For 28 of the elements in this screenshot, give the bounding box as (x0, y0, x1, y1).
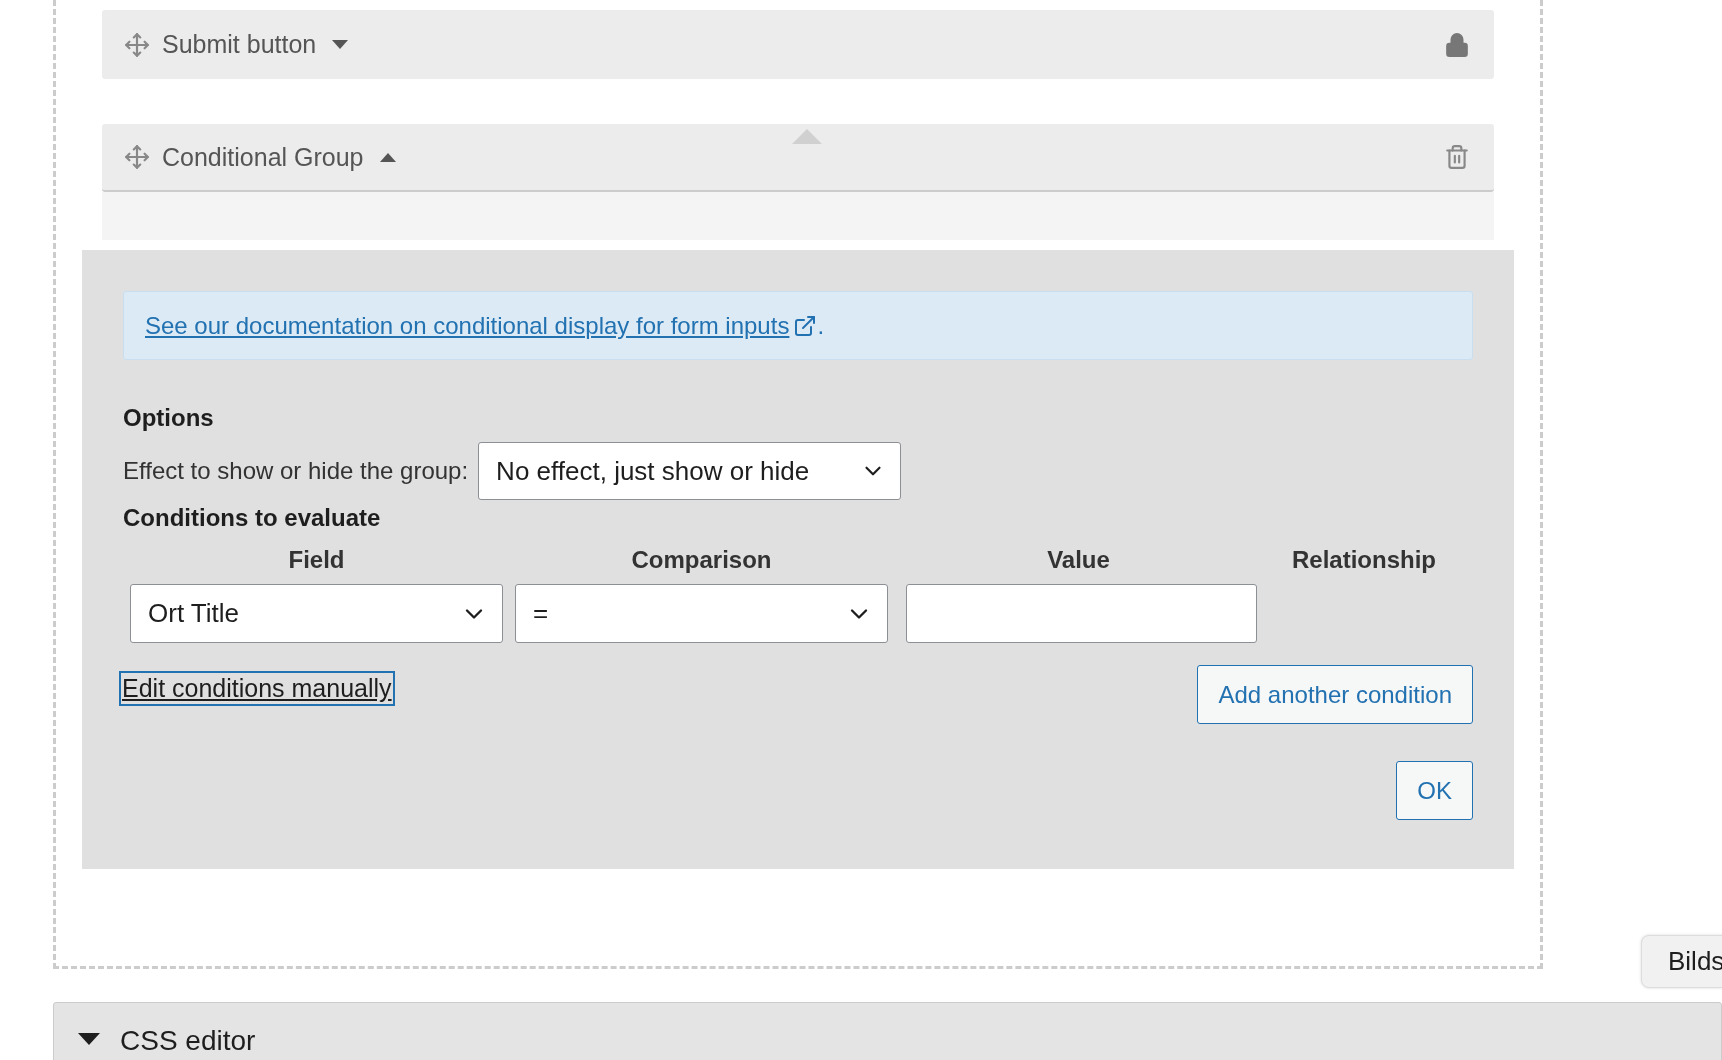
comparison-select[interactable]: = (515, 584, 888, 643)
pointer-icon (792, 129, 822, 144)
lock-icon (1444, 31, 1470, 58)
edit-conditions-link[interactable]: Edit conditions manually (122, 674, 392, 703)
column-header: Value (1046, 546, 1111, 574)
options-heading: Options (123, 404, 215, 432)
effect-select[interactable]: No effect, just show or hide (478, 442, 902, 500)
css-editor-header[interactable]: CSS editor (53, 1002, 1722, 1060)
notice-text: . (817, 311, 825, 340)
caret-icon[interactable] (332, 40, 349, 49)
column-header: Field (287, 546, 346, 574)
block-title: Conditional Group (162, 142, 364, 172)
ok-button[interactable]: OK (1396, 761, 1473, 820)
caret-icon[interactable] (379, 152, 396, 162)
conditions-heading: Conditions to evaluate (123, 504, 382, 532)
column-header: Comparison (630, 546, 773, 574)
add-condition-button[interactable]: Add another condition (1197, 665, 1473, 724)
css-editor-title: CSS editor (120, 1025, 256, 1057)
delete-icon[interactable] (1444, 144, 1470, 170)
external-link-icon (793, 313, 818, 338)
value-input[interactable] (906, 584, 1257, 643)
move-icon[interactable] (124, 144, 150, 170)
effect-label: Effect to show or hide the group: (123, 457, 469, 485)
field-select[interactable]: Ort Title (130, 584, 503, 643)
documentation-link[interactable]: See our documentation on conditional display for form inputs (145, 311, 818, 340)
block-title: Submit button (162, 30, 317, 59)
column-header: Relationship (1291, 546, 1437, 574)
move-icon[interactable] (124, 31, 150, 58)
